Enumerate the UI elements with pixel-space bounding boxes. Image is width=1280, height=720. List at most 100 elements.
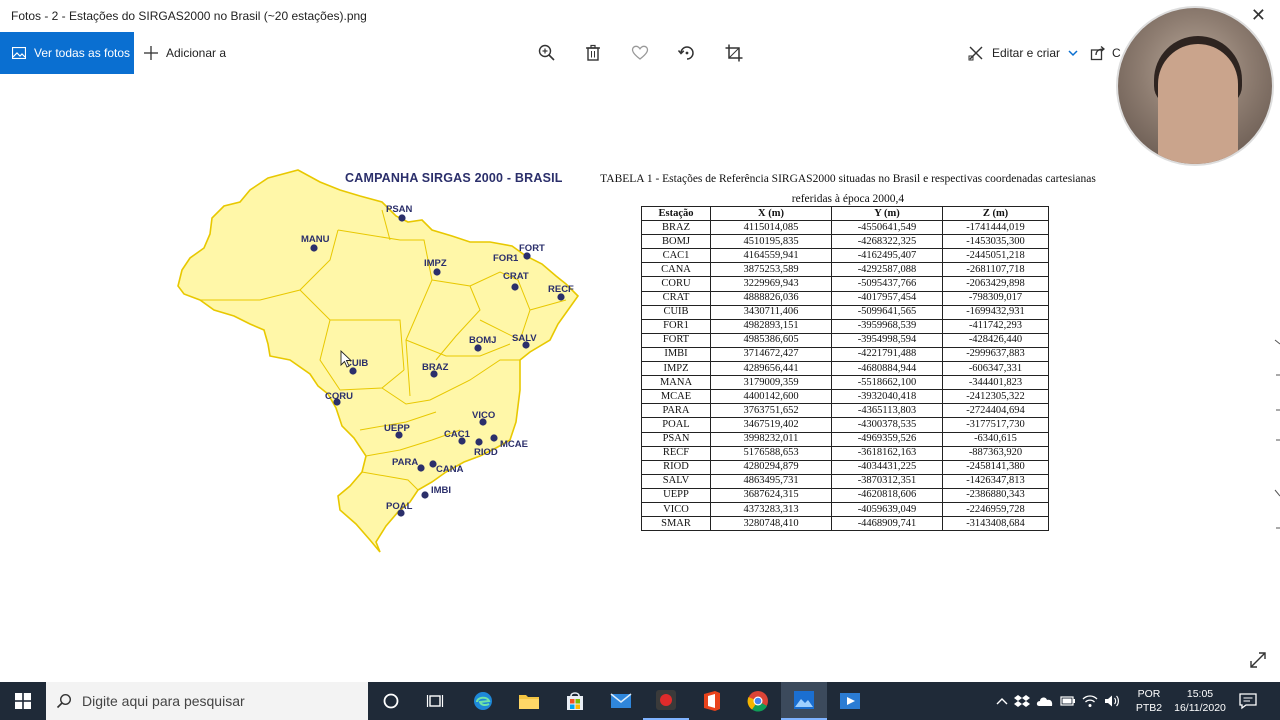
chrome-icon[interactable] [735,682,781,720]
mail-icon[interactable] [598,682,644,720]
z-cell: -1741444,019 [942,220,1049,236]
window-title: Fotos - 2 - Estações do SIRGAS2000 no Br… [11,9,367,23]
taskbar-search[interactable]: Digite aqui para pesquisar [46,682,368,720]
y-cell: -3618162,163 [831,445,943,461]
table-row: UEPP 3687624,315 -4620818,606 -2386880,343 [641,487,1049,503]
x-cell: 4280294,879 [710,459,832,475]
x-cell: 4985386,605 [710,332,832,348]
delete-icon[interactable] [583,43,603,63]
station-label: VICO [472,410,495,421]
table-row: CORU 3229969,943 -5095437,766 -2063429,898 [641,276,1049,292]
table-row: CRAT 4888826,036 -4017957,454 -798309,017 [641,290,1049,306]
station-cell: CRAT [641,290,711,306]
x-cell: 3430711,406 [710,304,832,320]
wifi-icon[interactable] [1082,694,1098,708]
brazil-outline [177,169,580,553]
z-cell: -3177517,730 [942,417,1049,433]
cortana-icon[interactable] [368,682,414,720]
x-cell: 3763751,652 [710,403,832,419]
x-cell: 4115014,085 [710,220,832,236]
share-button[interactable]: C [1090,32,1121,74]
station-cell: CUIB [641,304,711,320]
x-cell: 3229969,943 [710,276,832,292]
dropbox-icon[interactable] [1014,694,1030,708]
station-cell: CAC1 [641,248,711,264]
z-cell: -2458141,380 [942,459,1049,475]
share-label: C [1112,46,1121,60]
station-label: BRAZ [422,362,449,373]
start-button[interactable] [0,682,46,720]
title-bar: Fotos - 2 - Estações do SIRGAS2000 no Br… [0,0,1280,32]
favorite-icon[interactable] [630,43,650,63]
clock[interactable]: 15:05 16/11/2020 [1168,687,1232,715]
table-row: FORT 4985386,605 -3954998,594 -428426,440 [641,332,1049,348]
station-cell: PSAN [641,431,711,447]
taskbar: Digite aqui para pesquisar POR PTB2 15:0… [0,682,1280,720]
z-cell: -344401,823 [942,375,1049,391]
table-row: MANA 3179009,359 -5518662,100 -344401,823 [641,375,1049,391]
recorder-icon[interactable] [643,682,689,720]
station-label: UEPP [384,423,411,434]
x-cell: 4164559,941 [710,248,832,264]
chevron-up-icon[interactable] [996,696,1008,706]
table-row: CANA 3875253,589 -4292587,088 -2681107,718 [641,262,1049,278]
x-cell: 4982893,151 [710,318,832,334]
office-icon[interactable] [689,682,735,720]
z-cell: -1453035,300 [942,234,1049,250]
station-cell: SALV [641,473,711,489]
edit-create-button[interactable]: Editar e criar [968,32,1078,74]
y-cell: -3932040,418 [831,389,943,405]
add-to-label: Adicionar a [166,46,227,60]
rotate-icon[interactable] [677,43,697,63]
z-cell: -2063429,898 [942,276,1049,292]
y-cell: -4680884,944 [831,361,943,377]
station-label: FOR1 [493,253,519,264]
onedrive-icon[interactable] [1036,695,1054,707]
z-cell: -2724404,694 [942,403,1049,419]
task-view-icon[interactable] [412,682,458,720]
station-for1: FOR1 [493,253,519,264]
x-cell: 4888826,036 [710,290,832,306]
station-label: PARA [392,457,418,468]
table-row: VICO 4373283,313 -4059639,049 -2246959,728 [641,501,1049,518]
x-cell: 4400142,600 [710,389,832,405]
table-row: POAL 3467519,402 -4300378,535 -3177517,730 [641,417,1049,433]
fullscreen-icon[interactable] [1248,650,1268,670]
z-cell: -1699432,931 [942,304,1049,320]
table-row: PSAN 3998232,011 -4969359,526 -6340,615 [641,431,1049,447]
share-icon [1090,46,1106,61]
z-cell: -6340,615 [942,431,1049,447]
input-language[interactable]: POR PTB2 [1134,687,1164,715]
z-cell: -3143408,684 [942,516,1049,532]
close-icon[interactable]: ✕ [1251,5,1266,26]
y-cell: -4017957,454 [831,290,943,306]
brazil-map: PSAN MANU IMPZ FORT FOR1 CRAT RECF BOMJ … [177,169,580,553]
crop-icon[interactable] [724,43,744,63]
notification-icon[interactable] [1238,692,1258,710]
y-cell: -4620818,606 [831,487,943,503]
table-row: CAC1 4164559,941 -4162495,407 -2445051,218 [641,248,1049,264]
photos-taskbar-icon[interactable] [781,682,827,720]
battery-icon[interactable] [1060,695,1076,707]
add-to-button[interactable]: Adicionar a [144,32,226,74]
volume-icon[interactable] [1104,694,1120,708]
station-cell: CORU [641,276,711,292]
webcam-overlay [1116,6,1274,166]
zoom-in-icon[interactable] [537,43,557,63]
search-icon [56,693,72,709]
table-header-row: Estação X (m) Y (m) Z (m) [641,205,1049,222]
station-cell: IMBI [641,346,711,363]
video-editor-icon[interactable] [827,682,873,720]
station-cell: RECF [641,445,711,461]
station-cell: MCAE [641,389,711,405]
edge-icon[interactable] [460,682,506,720]
see-all-photos-button[interactable]: Ver todas as fotos [0,32,134,74]
language-top: POR [1137,688,1161,700]
z-cell: -2999637,883 [942,346,1049,363]
windows-icon [15,693,31,709]
x-cell: 5176588,653 [710,445,832,461]
station-cell: RIOD [641,459,711,475]
station-label: POAL [386,501,413,512]
store-icon[interactable] [552,682,598,720]
file-explorer-icon[interactable] [506,682,552,720]
